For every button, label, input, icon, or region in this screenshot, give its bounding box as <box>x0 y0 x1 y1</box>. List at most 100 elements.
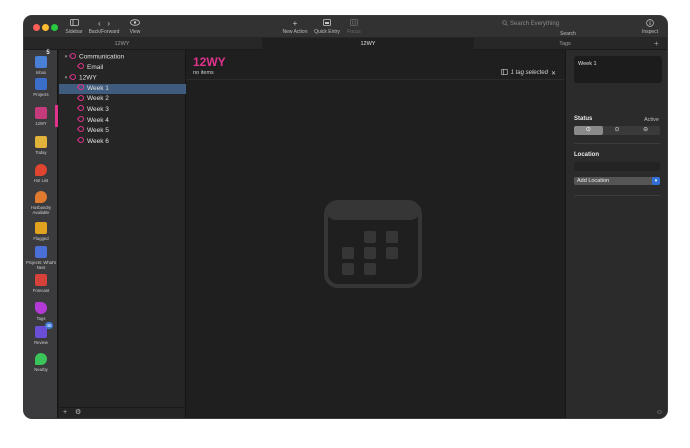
tag-row[interactable]: Week 4 <box>59 114 186 126</box>
location-pin-icon <box>35 353 47 365</box>
perspective-sidebar: 5 Inbox Projects 12WY Today Hot List Husbandry… <box>24 50 58 418</box>
location-label: Location <box>574 152 599 158</box>
back-forward-button[interactable]: ‹ › Back/Forward <box>88 19 120 35</box>
perspective-item[interactable]: 46 Review <box>24 322 58 345</box>
perspective-item[interactable]: Forecast <box>24 274 58 293</box>
tag-label: Week 5 <box>87 127 109 135</box>
minimize-window-button[interactable] <box>42 24 49 31</box>
eye-icon <box>126 19 144 29</box>
tag-row[interactable]: Email <box>59 61 186 73</box>
item-count: no items <box>193 70 214 76</box>
add-tag-button[interactable]: + <box>63 408 67 418</box>
status-label: Status <box>574 116 593 122</box>
tag-sidebar: + ⚙ ▾ Communication Email ▾ 12WY Week 1 Week 2… <box>59 50 186 418</box>
status-active-button[interactable]: ⊙ <box>574 126 603 135</box>
tag-row[interactable]: Week 2 <box>59 93 186 104</box>
status-on-hold-button[interactable]: ⊙ <box>603 126 632 135</box>
perspective-item[interactable]: Projects <box>24 78 58 97</box>
flag-icon <box>35 222 47 234</box>
perspective-label: Nearby <box>34 367 48 372</box>
tag-row[interactable]: ▾ Communication <box>59 51 186 62</box>
perspective-label: Flagged <box>33 236 49 241</box>
perspective-item[interactable]: Husbandry Available <box>24 191 58 215</box>
inspect-button[interactable]: Inspect <box>639 19 661 35</box>
info-icon <box>639 19 661 29</box>
perspective-item[interactable]: Projects: What's Next <box>24 246 58 270</box>
perspective-item[interactable]: 12WY <box>24 107 58 126</box>
perspective-item[interactable]: Hot List <box>24 164 58 183</box>
focus-button[interactable]: Focus <box>344 19 364 35</box>
focus-icon <box>344 19 364 29</box>
sidebar-icon <box>500 69 508 77</box>
perspective-label: Today <box>35 150 47 155</box>
toolbar: Sidebar ‹ › Back/Forward View + New Acti… <box>24 16 667 38</box>
inspector-panel: Week 1 Status Active ⊙ ⊙ ⊖ Location Add … <box>565 50 667 418</box>
tag-icon <box>76 104 86 113</box>
zoom-window-button[interactable] <box>51 24 58 31</box>
projects-icon <box>35 246 47 258</box>
perspective-label: Forecast <box>32 288 50 293</box>
flame-icon <box>35 191 47 203</box>
quick-entry-button[interactable]: Quick Entry <box>314 19 340 35</box>
quick-entry-label: Quick Entry <box>314 29 340 35</box>
review-icon: 46 <box>35 322 53 338</box>
forecast-icon <box>35 274 47 286</box>
perspective-item[interactable]: 5 Inbox <box>24 50 58 75</box>
tag-icon <box>68 72 78 82</box>
add-location-select[interactable]: Add Location ▾ <box>574 177 660 185</box>
tab-bar: 12WY 12WY Tags + <box>24 38 667 50</box>
main-content: 12WY no items 1 tag selected ✕ <box>187 50 564 418</box>
divider <box>187 79 564 80</box>
view-button[interactable]: View <box>126 19 144 35</box>
tag-icon <box>76 125 86 134</box>
divider <box>574 143 660 144</box>
clear-selection-icon[interactable]: ✕ <box>551 70 556 77</box>
tag-row[interactable]: Week 1 <box>59 82 186 94</box>
perspective-item[interactable]: Flagged <box>24 222 58 241</box>
tag-icon <box>76 135 86 145</box>
perspective-label: Projects: What's Next <box>25 260 57 270</box>
chevron-down-icon[interactable]: ▾ <box>62 73 70 83</box>
emoji-icon[interactable]: ☺ <box>656 409 663 416</box>
tab-tags[interactable]: Tags <box>476 38 654 50</box>
perspective-label: Projects <box>33 92 49 97</box>
tag-label: Week 1 <box>87 84 109 92</box>
search-input[interactable]: Search Everything <box>502 19 592 29</box>
tag-label: Week 4 <box>87 116 109 124</box>
location-field[interactable] <box>574 162 660 171</box>
tab-12wy-sidebar[interactable]: 12WY <box>58 38 186 50</box>
projects-icon <box>35 78 47 90</box>
search-placeholder: Search Everything <box>510 21 560 27</box>
sidebar-toggle-button[interactable]: Sidebar <box>64 19 84 35</box>
count-badge: 46 <box>45 322 53 329</box>
add-tab-button[interactable]: + <box>654 38 659 49</box>
tag-label: 12WY <box>79 74 97 82</box>
perspective-item[interactable]: Today <box>24 136 58 155</box>
selection-indicator: 1 tag selected ✕ <box>500 69 556 77</box>
tag-row[interactable]: Week 6 <box>59 135 186 147</box>
tag-label: Week 2 <box>87 95 109 103</box>
tag-row[interactable]: Week 5 <box>59 125 186 136</box>
quick-entry-icon <box>314 19 340 29</box>
status-dropped-button[interactable]: ⊖ <box>631 126 660 135</box>
tag-icon <box>76 114 86 124</box>
tag-row[interactable]: ▾ 12WY <box>59 72 186 83</box>
focus-label: Focus <box>347 29 361 35</box>
perspective-label: Tags <box>36 316 46 321</box>
tag-row[interactable]: Week 3 <box>59 104 186 115</box>
close-window-button[interactable] <box>33 24 40 31</box>
perspective-item[interactable]: Tags <box>24 302 58 321</box>
inspect-label: Inspect <box>641 29 659 35</box>
new-action-button[interactable]: + New Action <box>282 19 308 35</box>
add-location-label: Add Location <box>577 178 610 184</box>
perspective-item[interactable]: Nearby <box>24 353 58 372</box>
today-icon <box>35 136 47 148</box>
perspective-label: 12WY <box>35 121 47 126</box>
tag-icon <box>76 61 86 71</box>
search-label: Search <box>560 31 576 37</box>
tag-label: Email <box>87 63 104 71</box>
gear-icon[interactable]: ⚙ <box>75 408 81 418</box>
tab-12wy-main[interactable]: 12WY <box>262 38 474 50</box>
tag-name-field[interactable]: Week 1 <box>574 56 662 83</box>
tag-icon <box>68 51 78 61</box>
